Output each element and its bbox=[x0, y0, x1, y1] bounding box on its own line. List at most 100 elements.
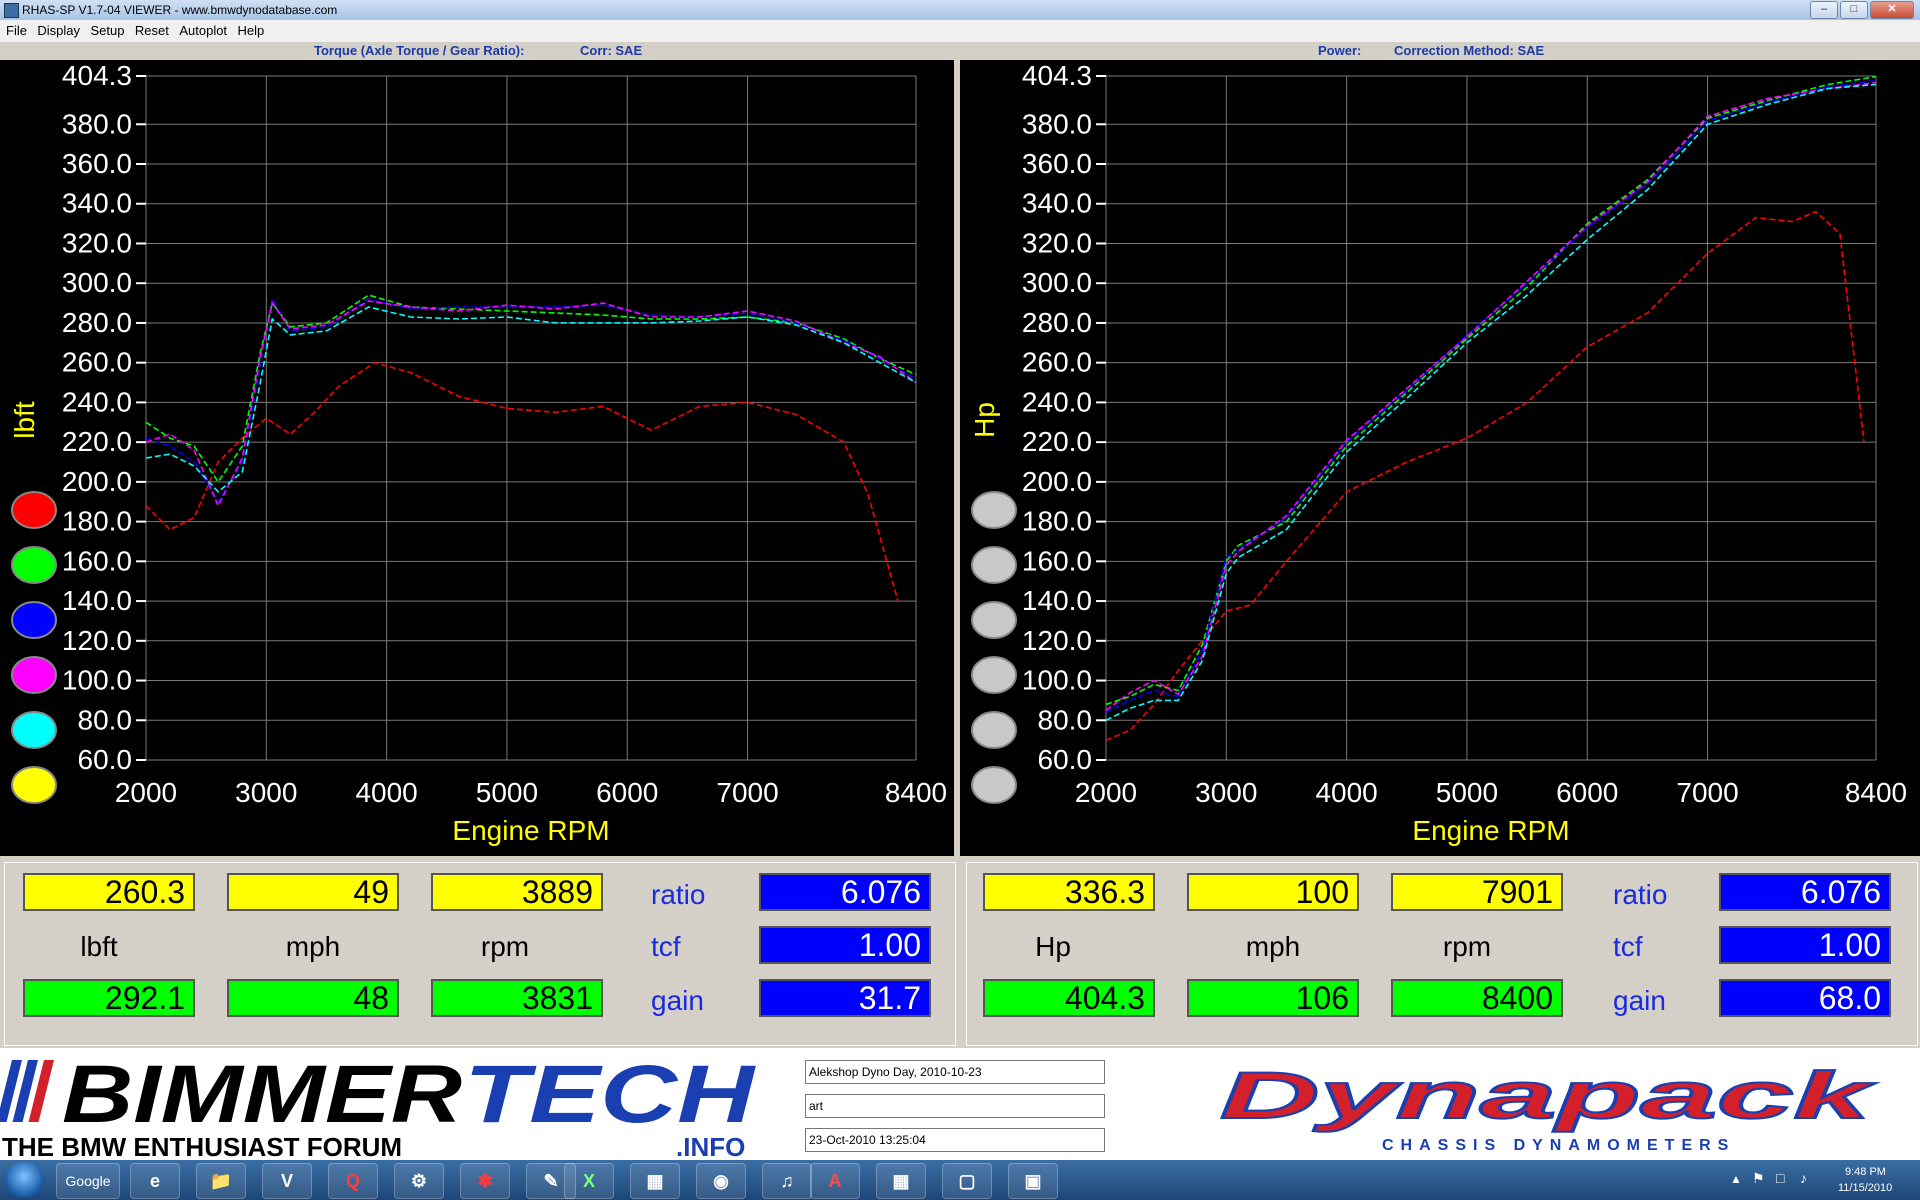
ratio-value: 6.076 bbox=[1719, 873, 1891, 911]
minimize-button[interactable]: – bbox=[1810, 1, 1838, 19]
power-unit-label: Hp bbox=[1035, 931, 1071, 962]
torque-chart-svg: 2000 3000 4000 5000 6000 7000 8400 404.3 380.0 36… bbox=[9, 60, 947, 846]
power-readouts: 336.3 100 7901 Hp mph rpm 404.3 106 8400… bbox=[966, 862, 1918, 1046]
power-cursor-value: 336.3 bbox=[983, 873, 1155, 911]
gain-label: gain bbox=[651, 985, 704, 1016]
tcf-value: 1.00 bbox=[759, 926, 931, 964]
legend-dot-cyan[interactable] bbox=[971, 711, 1017, 749]
menu-display[interactable]: Display bbox=[37, 23, 80, 38]
legend-dot-green[interactable] bbox=[11, 546, 57, 584]
torque-chart: 2000 3000 4000 5000 6000 7000 8400 404.3 380.0 36… bbox=[0, 60, 954, 856]
browser-icon[interactable]: e bbox=[130, 1163, 180, 1199]
bimmertech-tagline: THE BMW ENTHUSIAST FORUM bbox=[2, 1132, 402, 1158]
legend-dot-blue[interactable] bbox=[971, 601, 1017, 639]
camera-app-icon[interactable]: ◉ bbox=[696, 1163, 746, 1199]
legend-dot-cyan[interactable] bbox=[11, 711, 57, 749]
y-tick-label: 404.3 bbox=[62, 60, 132, 91]
menu-file[interactable]: File bbox=[6, 23, 27, 38]
x-tick-label: 7000 bbox=[1676, 777, 1738, 808]
calculator-icon[interactable]: ▦ bbox=[630, 1163, 680, 1199]
y-tick-label: 320.0 bbox=[62, 227, 132, 258]
power-peak-rpm: 8400 bbox=[1391, 979, 1563, 1017]
vc-app-icon[interactable]: V bbox=[262, 1163, 312, 1199]
bimmertech-logo: BIMMER TECH THE BMW ENTHUSIAST FORUM .IN… bbox=[0, 1052, 756, 1158]
window-app-icon[interactable]: ▢ bbox=[942, 1163, 992, 1199]
bimmertech-logo-part2: TECH bbox=[464, 1052, 756, 1140]
legend-dot-blue[interactable] bbox=[11, 601, 57, 639]
tcf-label: tcf bbox=[1613, 931, 1643, 962]
ratio-label: ratio bbox=[1613, 879, 1668, 910]
torque-peak-value: 292.1 bbox=[23, 979, 195, 1017]
folder-icon[interactable]: 📁 bbox=[196, 1163, 246, 1199]
y-tick-label: 60.0 bbox=[1038, 744, 1093, 775]
network-app-icon[interactable]: ⚙ bbox=[394, 1163, 444, 1199]
title-bar: RHAS-SP V1.7-04 VIEWER - www.bmwdynodata… bbox=[0, 0, 1920, 20]
power-cursor-mph: 100 bbox=[1187, 873, 1359, 911]
power-header-title: Power: bbox=[1318, 43, 1362, 58]
clock-date[interactable]: 11/15/2010 bbox=[1838, 1182, 1892, 1194]
y-tick-label: 200.0 bbox=[1022, 466, 1092, 497]
volume-icon[interactable]: ♪ bbox=[1800, 1170, 1807, 1186]
legend-dot-green[interactable] bbox=[971, 546, 1017, 584]
flag-icon[interactable]: ⚑ bbox=[1752, 1170, 1765, 1187]
y-tick-label: 300.0 bbox=[1022, 267, 1092, 298]
ratio-label: ratio bbox=[651, 879, 706, 910]
legend-dot-yellow[interactable] bbox=[971, 766, 1017, 804]
dynapack-name: Dynapack bbox=[1220, 1058, 1877, 1132]
pdf-reader-icon[interactable]: A bbox=[810, 1163, 860, 1199]
excel-icon[interactable]: X bbox=[564, 1163, 614, 1199]
start-button[interactable] bbox=[4, 1162, 44, 1198]
power-peak-mph: 106 bbox=[1187, 979, 1359, 1017]
menu-setup[interactable]: Setup bbox=[90, 23, 124, 38]
y-tick-label: 280.0 bbox=[1022, 307, 1092, 338]
dynapack-logo: Dynapack CHASSIS DYNAMOMETERS bbox=[1219, 1058, 1878, 1154]
x-tick-label: 6000 bbox=[1556, 777, 1618, 808]
x-tick-label: 5000 bbox=[476, 777, 538, 808]
legend-dot-yellow[interactable] bbox=[11, 766, 57, 804]
y-tick-label: 180.0 bbox=[62, 506, 132, 537]
x-axis-title: Engine RPM bbox=[1412, 815, 1569, 846]
itunes-icon[interactable]: ♫ bbox=[762, 1163, 812, 1199]
y-tick-label: 120.0 bbox=[62, 625, 132, 656]
y-tick-label: 200.0 bbox=[62, 466, 132, 497]
network-icon[interactable]: □ bbox=[1776, 1170, 1784, 1186]
power-cursor-rpm: 7901 bbox=[1391, 873, 1563, 911]
power-header-corr: Correction Method: SAE bbox=[1394, 43, 1545, 58]
y-tick-label: 100.0 bbox=[1022, 665, 1092, 696]
legend-dot-red[interactable] bbox=[11, 491, 57, 529]
legend-dot-magenta[interactable] bbox=[11, 656, 57, 694]
menu-reset[interactable]: Reset bbox=[135, 23, 169, 38]
chart-app-icon[interactable]: ▣ bbox=[1008, 1163, 1058, 1199]
q-app-icon[interactable]: Q bbox=[328, 1163, 378, 1199]
bimmertech-info: .INFO bbox=[676, 1132, 745, 1158]
branding-strip: BIMMER TECH THE BMW ENTHUSIAST FORUM .IN… bbox=[0, 1048, 1920, 1160]
y-tick-label: 320.0 bbox=[1022, 227, 1092, 258]
y-tick-label: 60.0 bbox=[78, 744, 133, 775]
legend-dot-red[interactable] bbox=[971, 491, 1017, 529]
ratio-value: 6.076 bbox=[759, 873, 931, 911]
y-tick-label: 340.0 bbox=[62, 188, 132, 219]
torque-peak-rpm: 3831 bbox=[431, 979, 603, 1017]
menu-help[interactable]: Help bbox=[238, 23, 265, 38]
legend-dot-magenta[interactable] bbox=[971, 656, 1017, 694]
x-tick-label: 2000 bbox=[115, 777, 177, 808]
close-button[interactable]: ✕ bbox=[1870, 1, 1914, 19]
gain-value: 68.0 bbox=[1719, 979, 1891, 1017]
dyno-viewer-icon[interactable]: ▦ bbox=[876, 1163, 926, 1199]
tray-arrow-icon[interactable]: ▲ bbox=[1730, 1172, 1742, 1186]
clock-time[interactable]: 9:48 PM bbox=[1845, 1166, 1886, 1178]
red-app-icon[interactable]: ✱ bbox=[460, 1163, 510, 1199]
y-tick-label: 160.0 bbox=[1022, 545, 1092, 576]
x-tick-label: 4000 bbox=[1315, 777, 1377, 808]
power-peak-value: 404.3 bbox=[983, 979, 1155, 1017]
y-tick-label: 380.0 bbox=[62, 108, 132, 139]
menu-autoplot[interactable]: Autoplot bbox=[179, 23, 227, 38]
maximize-button[interactable]: □ bbox=[1840, 1, 1868, 19]
series-line-red bbox=[1105, 210, 1865, 741]
google-search-button[interactable]: Google bbox=[56, 1163, 120, 1199]
power-chart: 2000 3000 4000 5000 6000 7000 8400 404.3 380.0 36… bbox=[960, 60, 1920, 856]
y-tick-label: 140.0 bbox=[1022, 585, 1092, 616]
y-tick-label: 260.0 bbox=[62, 347, 132, 378]
y-tick-label: 360.0 bbox=[1022, 148, 1092, 179]
y-axis-title: Hp bbox=[969, 402, 1000, 438]
